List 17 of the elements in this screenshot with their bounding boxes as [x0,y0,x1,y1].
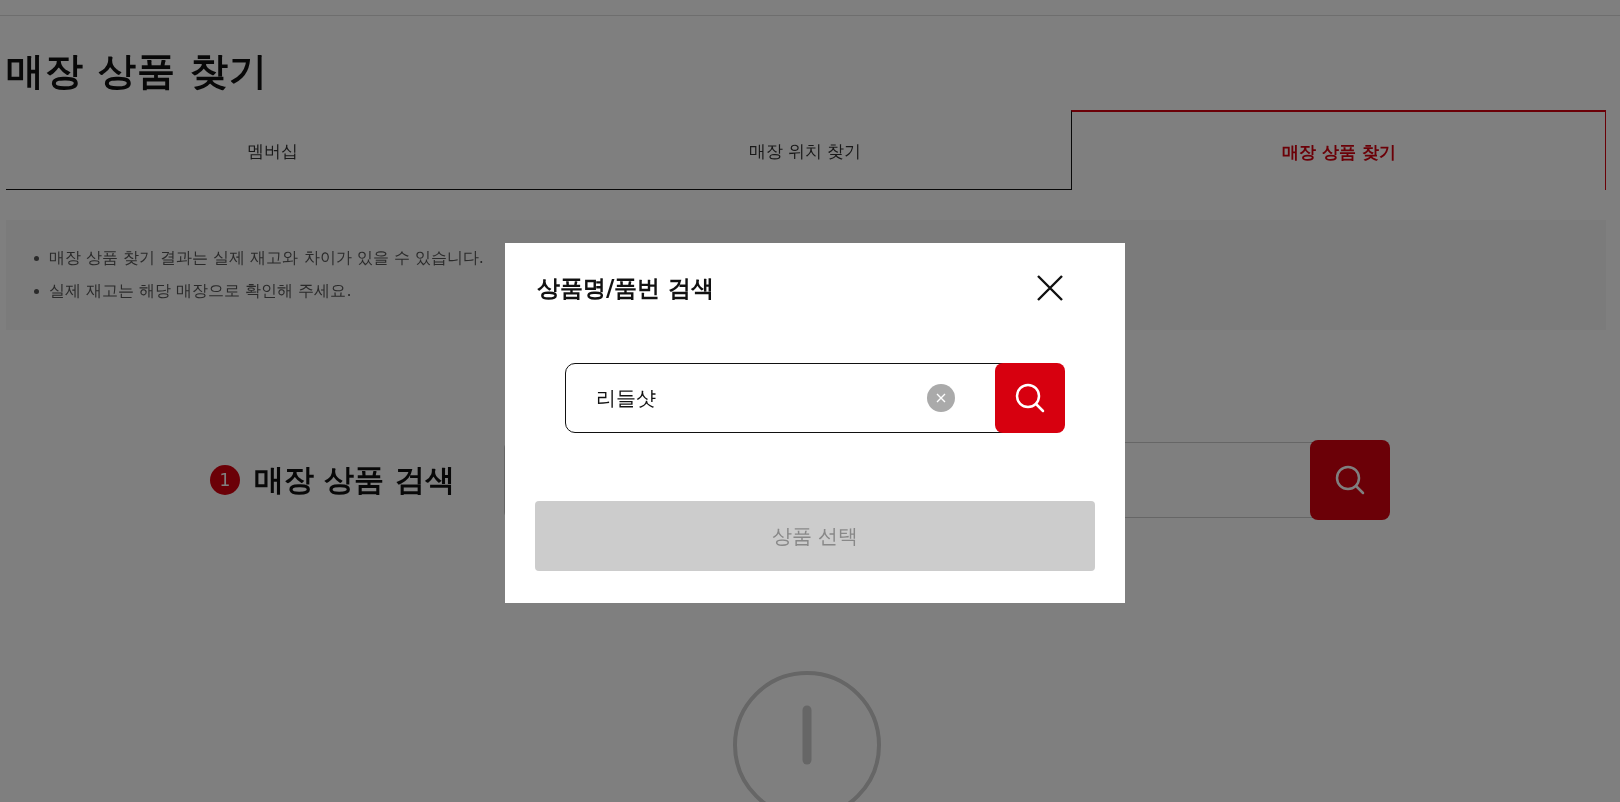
notice-text: 매장 상품 찾기 결과는 실제 재고와 차이가 있을 수 있습니다. [49,248,484,269]
close-icon [1037,275,1063,301]
tab[interactable]: 매장 상품 찾기 [1071,110,1606,190]
dialog-title: 상품명/품번 검색 [537,273,715,303]
page-title: 매장 상품 찾기 [6,48,270,95]
notice-text: 실제 재고는 해당 매장으로 확인해 주세요. [49,281,352,302]
search-icon [1334,464,1366,496]
step-number: 1 [210,465,240,495]
search-button[interactable] [1310,440,1390,520]
close-button[interactable] [1037,275,1063,301]
search-icon [1014,382,1046,414]
search-button[interactable] [995,363,1065,433]
bullet-icon [34,256,39,261]
clear-icon [936,393,946,403]
bullet-icon [34,289,39,294]
exclamation-icon [732,670,882,802]
section-title: 매장 상품 검색 [254,460,456,499]
